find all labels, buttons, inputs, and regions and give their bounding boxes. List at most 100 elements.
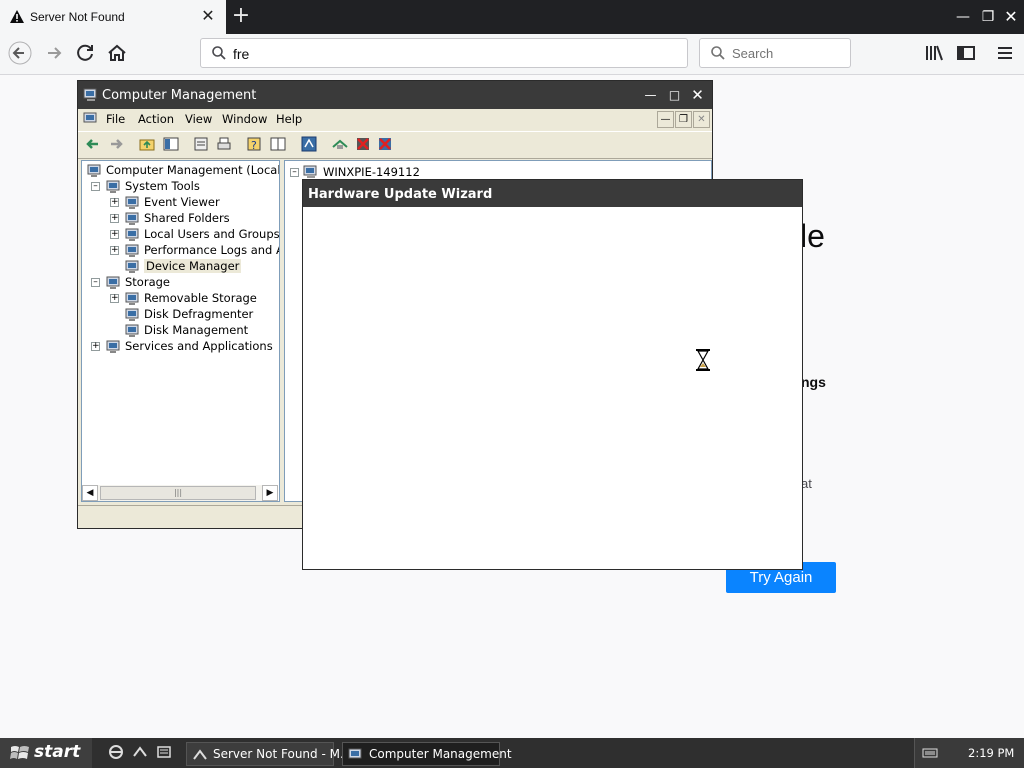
- properties-icon[interactable]: [192, 135, 210, 153]
- child-close-icon[interactable]: ✕: [693, 111, 710, 128]
- clock: 2:19 PM: [968, 746, 1015, 760]
- disable-device-icon[interactable]: [354, 135, 372, 153]
- taskbar-item-computer-management[interactable]: Computer Management: [342, 742, 512, 766]
- forward-button[interactable]: [42, 41, 66, 65]
- services-icon: [106, 340, 120, 353]
- menu-help[interactable]: Help: [276, 112, 302, 126]
- taskbar-item-label: Computer Management: [369, 747, 512, 761]
- toolbar: ?: [78, 131, 712, 159]
- computer-management-icon: [348, 748, 362, 759]
- browser-tab[interactable]: Server Not Found ✕: [0, 0, 226, 34]
- expand-icon[interactable]: +: [91, 342, 100, 351]
- uninstall-device-icon[interactable]: [376, 135, 394, 153]
- tree-node-label[interactable]: Computer Management (Local): [106, 163, 279, 177]
- export-list-icon[interactable]: [269, 135, 287, 153]
- tree-node-label[interactable]: Disk Management: [144, 323, 248, 337]
- taskbar-item-browser[interactable]: Server Not Found - M...: [186, 742, 351, 766]
- search-placeholder: Search: [732, 46, 774, 61]
- child-minimize-icon[interactable]: —: [657, 111, 674, 128]
- update-driver-icon[interactable]: [331, 135, 349, 153]
- close-window-icon[interactable]: ✕: [1000, 7, 1022, 27]
- menu-button[interactable]: [993, 41, 1017, 65]
- collapse-icon[interactable]: –: [290, 168, 299, 177]
- media-icon[interactable]: [156, 744, 172, 760]
- scroll-thumb[interactable]: |||: [100, 486, 256, 500]
- new-tab-button[interactable]: +: [230, 5, 252, 27]
- expand-icon[interactable]: +: [110, 214, 119, 223]
- tree-node-label[interactable]: Disk Defragmenter: [144, 307, 253, 321]
- tree-node-label[interactable]: Shared Folders: [144, 211, 230, 225]
- title-bar[interactable]: Computer Management — □ ✕: [78, 81, 712, 109]
- users-icon: [125, 228, 139, 241]
- computer-management-icon: [83, 88, 97, 101]
- url-bar[interactable]: fre: [200, 38, 688, 68]
- show-hide-tree-icon[interactable]: [162, 135, 180, 153]
- reload-button[interactable]: [74, 41, 98, 65]
- scroll-right-icon[interactable]: ▶: [262, 485, 278, 501]
- maximize-icon[interactable]: □: [665, 86, 684, 105]
- back-button[interactable]: [8, 41, 32, 65]
- expand-icon[interactable]: +: [110, 230, 119, 239]
- performance-icon: [125, 244, 139, 257]
- print-icon[interactable]: [215, 135, 233, 153]
- hamburger-menu-icon: [998, 47, 1012, 59]
- up-one-level-icon[interactable]: [138, 135, 156, 153]
- keyboard-icon[interactable]: [922, 745, 938, 761]
- window-title: Hardware Update Wizard: [308, 187, 493, 202]
- help-icon[interactable]: ?: [245, 135, 263, 153]
- tree-node-label[interactable]: System Tools: [125, 179, 200, 193]
- search-bar[interactable]: Search: [699, 38, 851, 68]
- start-button[interactable]: start: [0, 738, 92, 768]
- home-button[interactable]: [105, 41, 129, 65]
- tree-node-label[interactable]: Device Manager: [144, 259, 242, 273]
- scroll-left-icon[interactable]: ◀: [82, 485, 98, 501]
- window-title: Computer Management: [102, 88, 257, 103]
- close-tab-icon[interactable]: ✕: [200, 8, 216, 24]
- forward-arrow-icon: [48, 47, 62, 59]
- home-icon: [108, 44, 126, 61]
- menu-action[interactable]: Action: [138, 112, 174, 126]
- child-restore-icon[interactable]: ❐: [675, 111, 692, 128]
- horizontal-scrollbar[interactable]: ◀ ||| ▶: [82, 485, 278, 501]
- tree-node-label[interactable]: Performance Logs and Alerts: [144, 243, 279, 257]
- reload-icon: [77, 44, 93, 61]
- warning-icon: [10, 10, 24, 23]
- menu-file[interactable]: File: [106, 112, 125, 126]
- title-bar[interactable]: Hardware Update Wizard: [303, 180, 802, 207]
- library-button[interactable]: [922, 41, 946, 65]
- tree-node-label[interactable]: Storage: [125, 275, 170, 289]
- tree-node-label[interactable]: Services and Applications: [125, 339, 273, 353]
- device-root-label[interactable]: WINXPIE-149112: [323, 165, 420, 179]
- device-manager-icon: [125, 260, 139, 273]
- internet-explorer-icon[interactable]: [108, 744, 124, 760]
- menu-window[interactable]: Window: [222, 112, 267, 126]
- minimize-icon[interactable]: —: [952, 7, 974, 27]
- collapse-icon[interactable]: –: [91, 278, 100, 287]
- url-input[interactable]: fre: [233, 46, 249, 62]
- console-tree[interactable]: Computer Management (Local) – System Tools…: [81, 160, 280, 502]
- expand-icon[interactable]: +: [110, 246, 119, 255]
- sidebar-icon: [957, 46, 975, 60]
- svg-text:?: ?: [251, 139, 257, 152]
- computer-icon: [303, 165, 317, 178]
- tree-node-label[interactable]: Local Users and Groups: [144, 227, 279, 241]
- mdi-child-icon: [83, 112, 97, 123]
- expand-icon[interactable]: +: [110, 294, 119, 303]
- browser-icon: [193, 749, 207, 760]
- disk-management-icon: [125, 324, 139, 337]
- search-icon: [711, 46, 725, 60]
- close-icon[interactable]: ✕: [688, 86, 707, 105]
- hardware-update-wizard-window: Hardware Update Wizard: [302, 179, 803, 570]
- network-icon[interactable]: [132, 744, 148, 760]
- tree-node-label[interactable]: Event Viewer: [144, 195, 220, 209]
- menu-view[interactable]: View: [185, 112, 212, 126]
- forward-icon[interactable]: [107, 135, 125, 153]
- scan-hardware-icon[interactable]: [300, 135, 318, 153]
- collapse-icon[interactable]: –: [91, 182, 100, 191]
- expand-icon[interactable]: +: [110, 198, 119, 207]
- minimize-icon[interactable]: —: [641, 86, 660, 105]
- tree-node-label[interactable]: Removable Storage: [144, 291, 257, 305]
- sidebar-button[interactable]: [954, 41, 978, 65]
- restore-icon[interactable]: ❐: [977, 7, 999, 27]
- back-icon[interactable]: [84, 135, 102, 153]
